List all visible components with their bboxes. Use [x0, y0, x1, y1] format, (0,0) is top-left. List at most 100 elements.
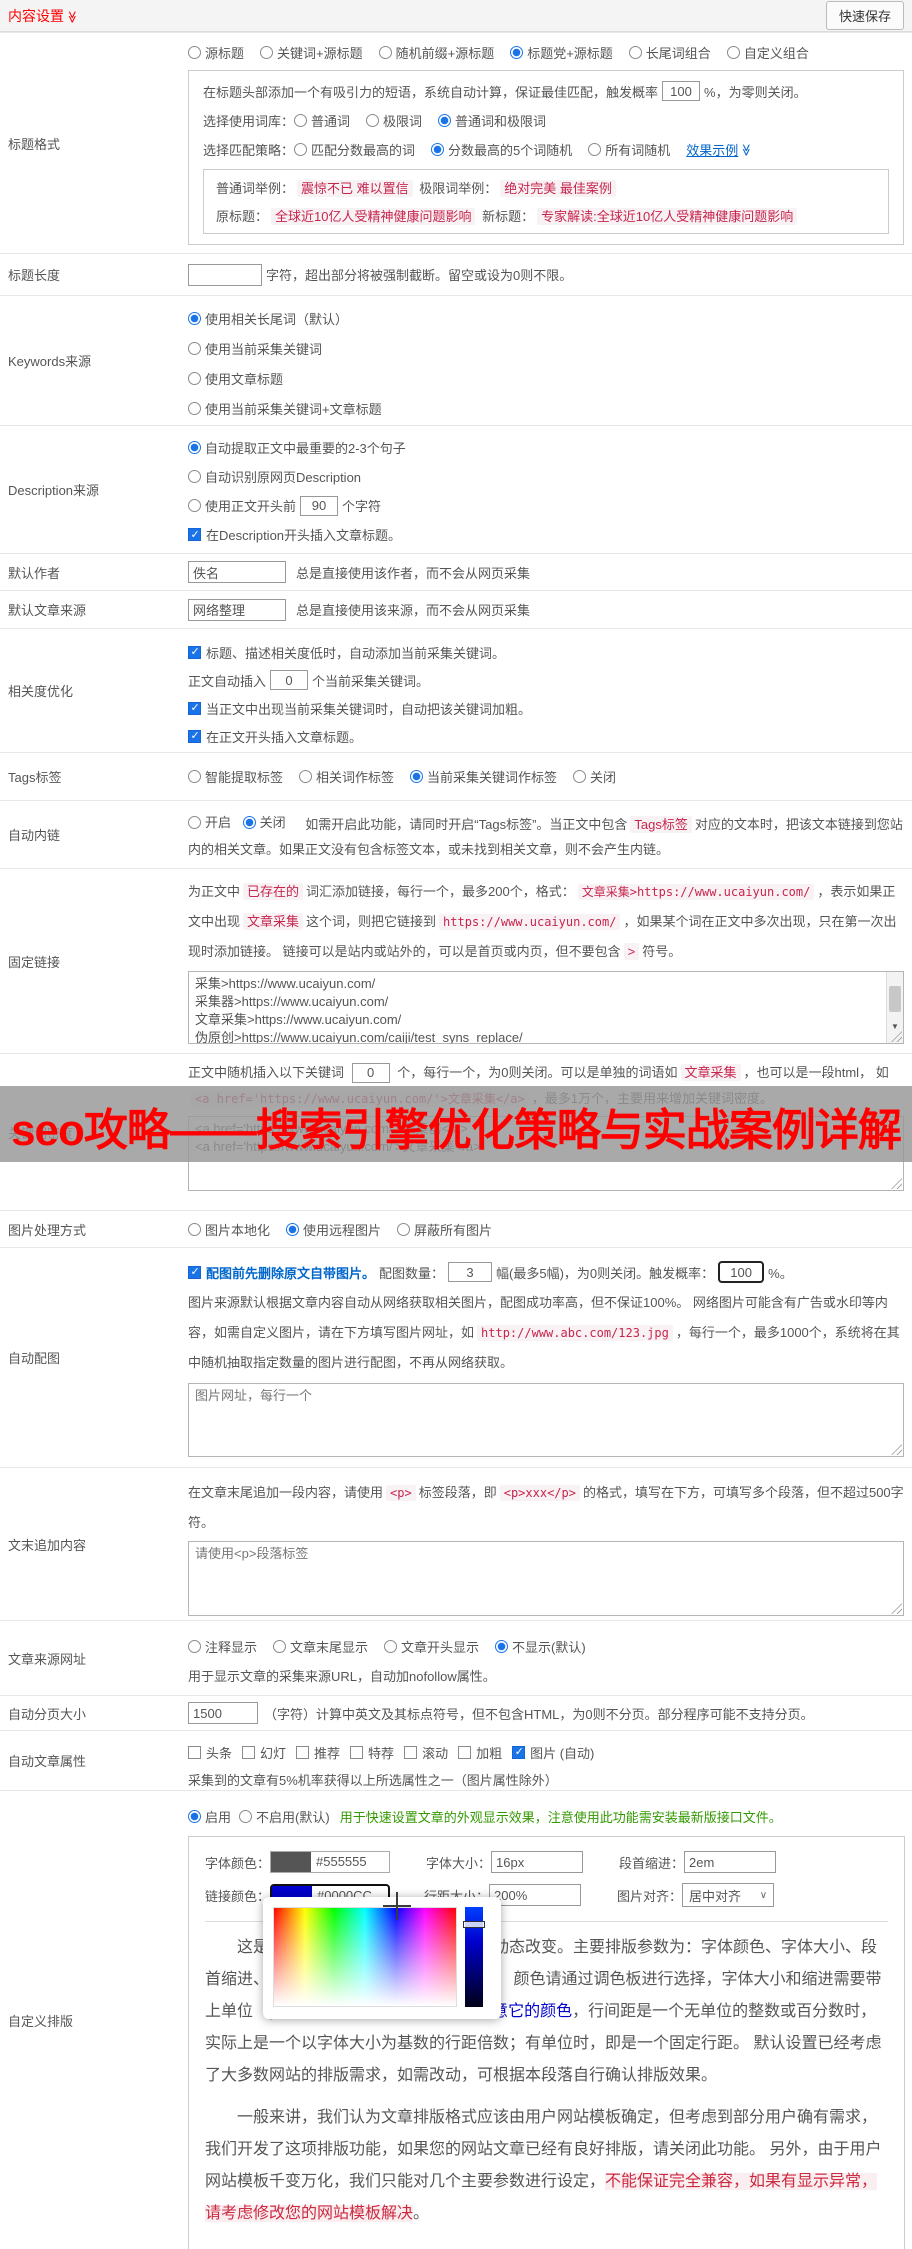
clickbait-settings-box: 在标题头部添加一个有吸引力的短语，系统自动计算，保证最佳匹配，触发概率 %，为零… — [188, 70, 904, 245]
radio-icon — [378, 46, 392, 59]
radio-clickbait-title[interactable]: 标题党+源标题 — [510, 43, 613, 62]
radio-random-prefix-title[interactable]: 随机前缀+源标题 — [378, 43, 494, 62]
radio-hide-default[interactable]: 不显示(默认) — [495, 1637, 586, 1656]
radio-icon — [188, 46, 201, 59]
density-count-input[interactable] — [351, 1062, 390, 1083]
line-height-input[interactable] — [489, 1884, 582, 1906]
resize-grip-icon[interactable] — [891, 1178, 902, 1189]
radio-layout-enable[interactable]: 启用 — [188, 1807, 231, 1826]
radio-layout-disable[interactable]: 不启用(默认) — [239, 1807, 330, 1826]
radio-top5-random[interactable]: 分数最高的5个词随机 — [431, 140, 572, 159]
radio-block-images[interactable]: 屏蔽所有图片 — [397, 1220, 492, 1239]
title-length-input[interactable] — [188, 263, 262, 286]
checkbox-icon — [350, 1745, 364, 1759]
image-align-select[interactable]: 居中对齐 ∨ — [682, 1883, 775, 1907]
description-char-count-input[interactable] — [300, 495, 339, 516]
radio-show-at-end[interactable]: 文章末尾显示 — [273, 1637, 368, 1656]
checkbox-headline[interactable]: 头条 — [188, 1743, 232, 1762]
row-default-author: 默认作者 总是直接使用该作者，而不会从网页采集 — [0, 553, 912, 590]
color-value-slider[interactable] — [463, 1907, 485, 2007]
radio-autolink-on[interactable]: 开启 — [188, 810, 231, 835]
radio-current-keywords-tags[interactable]: 当前采集关键词作标签 — [410, 767, 557, 786]
row-label: 默认作者 — [8, 565, 61, 581]
checkbox-insert-title-at-start[interactable]: 在正文开头插入文章标题。 — [188, 727, 362, 746]
radio-article-title[interactable]: 使用文章标题 — [188, 369, 283, 388]
row-title-format: 标题格式 源标题 关键词+源标题 随机前缀+源标题 标题党+源标题 长尾词组合 … — [0, 32, 912, 253]
chevron-down-icon: ∨ — [759, 1889, 768, 1901]
radio-custom-combo[interactable]: 自定义组合 — [726, 43, 809, 62]
image-count-input[interactable] — [448, 1262, 493, 1282]
font-size-input[interactable] — [491, 1851, 584, 1873]
resize-grip-icon[interactable] — [891, 1444, 902, 1455]
radio-icon — [366, 114, 380, 127]
radio-keywords-plus-title[interactable]: 使用当前采集关键词+文章标题 — [188, 399, 382, 418]
slider-handle[interactable] — [463, 1921, 485, 1928]
demo-link[interactable]: 意它的颜色 — [492, 2003, 572, 2020]
radio-checked-icon — [438, 114, 452, 127]
color-gradient-area[interactable] — [273, 1907, 457, 2007]
radio-icon — [573, 770, 587, 783]
radio-all-random[interactable]: 所有词随机 — [588, 140, 670, 159]
checkbox-image-auto[interactable]: 图片 (自动) — [512, 1743, 594, 1762]
checkbox-scroll[interactable]: 滚动 — [404, 1743, 448, 1762]
radio-normal-and-extreme[interactable]: 普通词和极限词 — [438, 111, 546, 130]
row-label: 图片处理方式 — [8, 1222, 87, 1238]
radio-icon — [188, 1222, 201, 1236]
scrollbar[interactable]: ▲ ▼ — [886, 972, 903, 1043]
paging-size-input[interactable] — [188, 1702, 258, 1724]
checkbox-delete-original-images[interactable]: 配图前先删除原文自带图片。 — [188, 1263, 375, 1282]
demo-example-link[interactable]: 效果示例 — [686, 140, 738, 159]
radio-tags-off[interactable]: 关闭 — [573, 767, 616, 786]
radio-show-at-start[interactable]: 文章开头显示 — [384, 1637, 479, 1656]
radio-current-keywords[interactable]: 使用当前采集关键词 — [188, 339, 322, 358]
insert-count-text: 正文自动插入 — [188, 673, 267, 689]
radio-keyword-source-title[interactable]: 关键词+源标题 — [260, 43, 363, 62]
radio-remote-images[interactable]: 使用远程图片 — [286, 1220, 381, 1239]
image-trigger-probability-input[interactable] — [718, 1261, 765, 1283]
default-source-input[interactable] — [188, 598, 286, 621]
row-label: Keywords来源 — [8, 354, 92, 369]
radio-first-n-chars[interactable]: 使用正文开头前 — [188, 496, 296, 515]
radio-source-title[interactable]: 源标题 — [188, 43, 244, 62]
image-urls-textarea[interactable]: 图片网址，每行一个 — [188, 1383, 904, 1457]
quick-save-button[interactable]: 快速保存 — [825, 1, 904, 30]
radio-related-words-tags[interactable]: 相关词作标签 — [299, 767, 394, 786]
radio-autolink-off[interactable]: 关闭 — [242, 810, 286, 835]
radio-related-longtail[interactable]: 使用相关长尾词（默认） — [188, 309, 348, 328]
font-color-field[interactable]: #555555 — [270, 1851, 391, 1873]
checkbox-insert-title-in-description[interactable]: 在Description开头插入文章标题。 — [188, 525, 401, 544]
resize-grip-icon[interactable] — [891, 1603, 902, 1614]
radio-extreme-words[interactable]: 极限词 — [366, 111, 422, 130]
indent-input[interactable] — [684, 1851, 777, 1873]
default-source-hint: 总是直接使用该来源，而不会从网页采集 — [296, 603, 531, 618]
checkbox-bold[interactable]: 加粗 — [458, 1743, 502, 1762]
row-tags: Tags标签 智能提取标签 相关词作标签 当前采集关键词作标签 关闭 — [0, 752, 912, 800]
radio-original-description[interactable]: 自动识别原网页Description — [188, 467, 361, 486]
row-label: 标题长度 — [8, 268, 61, 283]
radio-localize-images[interactable]: 图片本地化 — [188, 1220, 270, 1239]
checkbox-recommend[interactable]: 推荐 — [296, 1743, 340, 1762]
image-count-label: 配图数量： — [379, 1265, 445, 1281]
checkbox-add-keywords-low-relevance[interactable]: 标题、描述相关度低时，自动添加当前采集关键词。 — [188, 643, 505, 662]
radio-normal-words[interactable]: 普通词 — [294, 111, 350, 130]
checkbox-bold-keywords[interactable]: 当正文中出现当前采集关键词时，自动把该关键词加粗。 — [188, 699, 531, 718]
radio-smart-extract-tags[interactable]: 智能提取标签 — [188, 767, 283, 786]
radio-auto-extract-sentences[interactable]: 自动提取正文中最重要的2-3个句子 — [188, 438, 406, 457]
radio-icon — [588, 143, 602, 156]
fixed-links-textarea[interactable]: 采集>https://www.ucaiyun.com/ 采集器>https://… — [188, 971, 904, 1044]
radio-highest-score[interactable]: 匹配分数最高的词 — [294, 140, 415, 159]
checkbox-featured[interactable]: 特荐 — [350, 1743, 394, 1762]
example-words: 绝对完美 最佳案例 — [500, 180, 616, 197]
strategy-label: 选择匹配策略： — [203, 143, 295, 158]
checkbox-icon — [296, 1745, 310, 1759]
trigger-probability-input[interactable] — [662, 81, 701, 101]
radio-checked-icon — [510, 46, 524, 59]
default-author-input[interactable] — [188, 561, 286, 583]
scrollbar-thumb[interactable] — [889, 986, 901, 1012]
checkbox-slide[interactable]: 幻灯 — [242, 1743, 286, 1762]
radio-icon — [628, 46, 642, 59]
append-textarea[interactable]: 请使用<p>段落标签 — [188, 1541, 904, 1616]
keyword-insert-count-input[interactable] — [270, 670, 309, 690]
radio-show-as-comment[interactable]: 注释显示 — [188, 1637, 257, 1656]
radio-longtail-combo[interactable]: 长尾词组合 — [628, 43, 711, 62]
